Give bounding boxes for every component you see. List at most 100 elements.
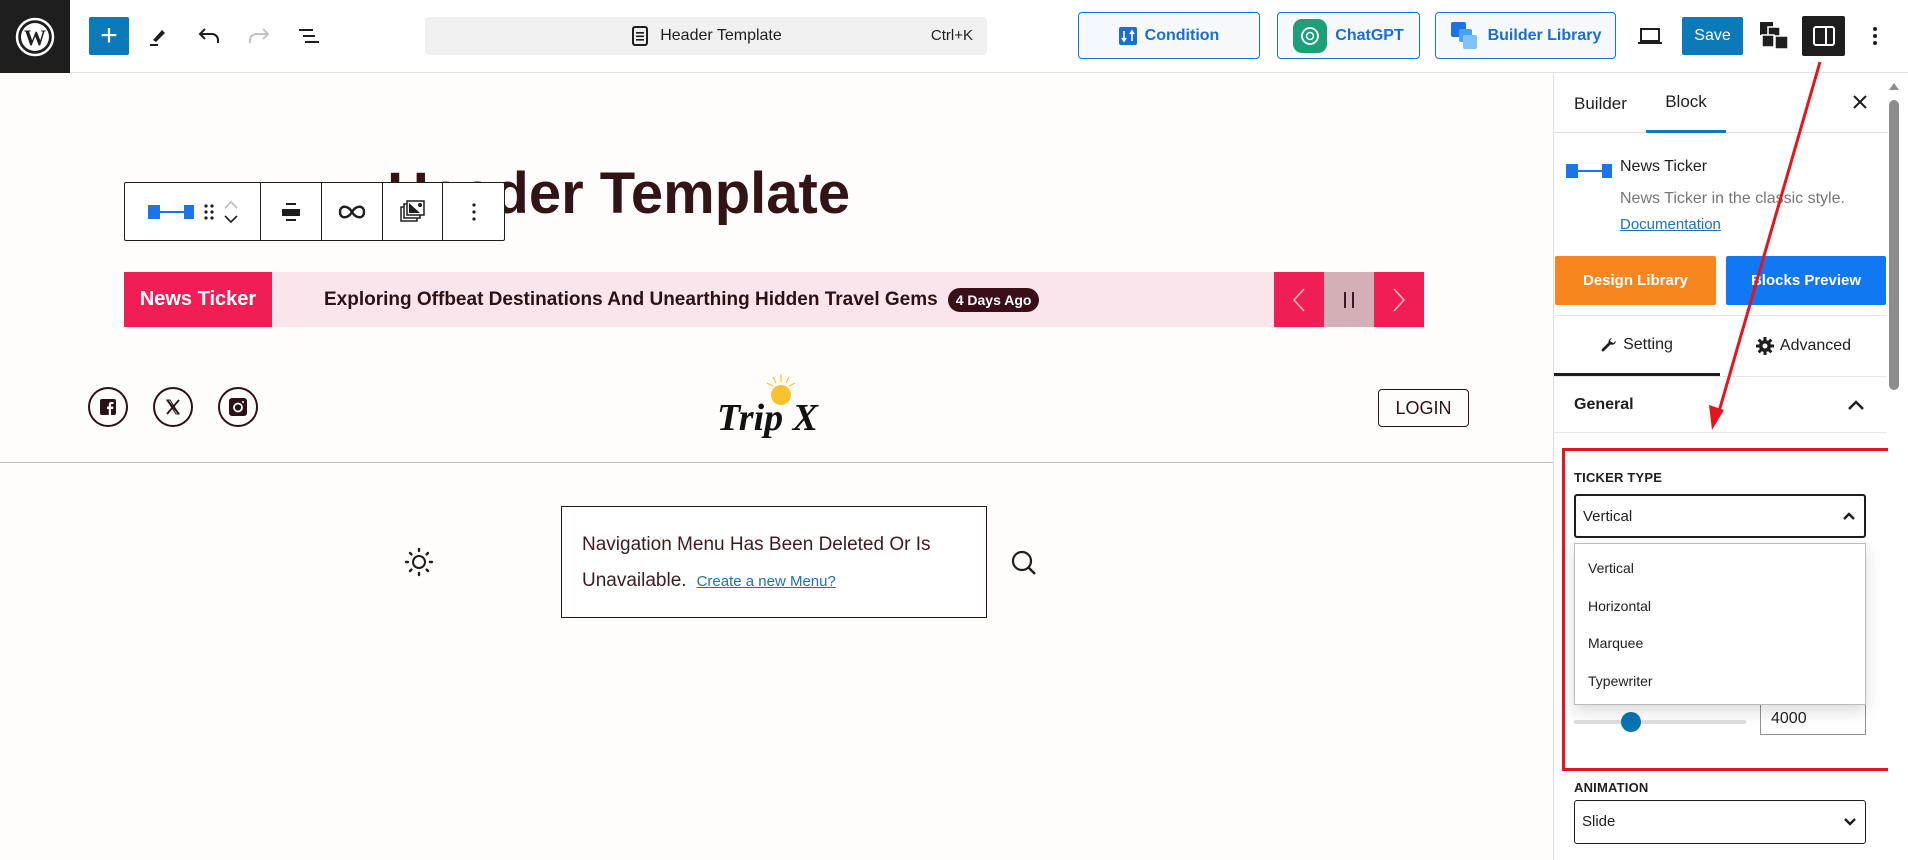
tab-block[interactable]: Block [1646, 74, 1726, 133]
ticker-type-dropdown: Vertical Horizontal Marquee Typewriter [1574, 543, 1866, 705]
logo-text: Trip X [717, 397, 820, 439]
news-ticker-block[interactable]: News Ticker Exploring Offbeat Destinatio… [124, 272, 1424, 327]
wordpress-icon: W [15, 17, 55, 56]
animation-select[interactable]: Slide [1574, 800, 1866, 844]
styles-button[interactable] [1754, 17, 1794, 55]
sidebar-tabs: Builder Block [1554, 74, 1887, 133]
option-typewriter[interactable]: Typewriter [1588, 673, 1653, 689]
add-block-button[interactable]: + [89, 17, 129, 55]
preview-device-button[interactable] [1630, 17, 1670, 55]
animation-value: Slide [1582, 813, 1616, 830]
condition-label: Condition [1144, 26, 1220, 44]
plus-icon: + [100, 19, 118, 52]
chatgpt-label: ChatGPT [1335, 26, 1404, 44]
chatgpt-icon [1293, 18, 1328, 53]
search-button[interactable] [1010, 549, 1038, 582]
pause-icon [1344, 291, 1354, 308]
document-title: Header Template [660, 27, 782, 44]
chevron-up-icon [1848, 400, 1864, 410]
block-switcher-group [125, 183, 262, 240]
save-button[interactable]: Save [1682, 17, 1743, 55]
document-overview-button[interactable] [289, 17, 329, 55]
ticker-pause-button[interactable] [1324, 272, 1374, 327]
x-twitter-link[interactable] [153, 387, 193, 427]
login-button[interactable]: LOGIN [1378, 389, 1469, 427]
tools-button[interactable] [138, 17, 178, 55]
create-menu-link[interactable]: Create a new Menu? [697, 573, 836, 590]
svg-text:W: W [24, 25, 46, 50]
animation-label: ANIMATION [1574, 780, 1649, 795]
close-sidebar-button[interactable] [1852, 90, 1868, 116]
condition-button[interactable]: Condition [1078, 12, 1260, 59]
ticker-date-badge: 4 Days Ago [947, 287, 1040, 312]
dark-mode-toggle[interactable] [404, 547, 434, 582]
tripx-logo-icon: Trip X [717, 374, 820, 439]
design-library-button[interactable]: Design Library [1555, 256, 1716, 305]
tab-setting-label: Setting [1623, 335, 1673, 353]
align-button[interactable] [261, 183, 322, 240]
scroll-up-arrow-icon[interactable] [1889, 82, 1899, 90]
options-menu-button[interactable] [1855, 17, 1895, 55]
styles-icon [1760, 22, 1789, 50]
general-panel-title: General [1574, 396, 1634, 413]
wordpress-logo-button[interactable]: W [0, 0, 70, 73]
general-panel-header[interactable]: General [1554, 377, 1887, 433]
command-palette-bar[interactable]: Header Template Ctrl+K [425, 17, 987, 55]
settings-sidebar: Builder Block News Ticker News Ticker in… [1553, 74, 1908, 860]
align-center-icon [282, 202, 301, 221]
tab-advanced[interactable]: Advanced [1720, 316, 1887, 376]
chatgpt-button[interactable]: ChatGPT [1277, 12, 1420, 59]
ticker-prev-button[interactable] [1274, 272, 1324, 327]
undo-button[interactable] [189, 17, 229, 55]
block-icon [1566, 163, 1612, 184]
redo-button[interactable] [239, 17, 279, 55]
ticker-label: News Ticker [124, 272, 272, 327]
blocks-preview-button[interactable]: Blocks Preview [1726, 256, 1886, 305]
builder-library-label: Builder Library [1487, 26, 1602, 44]
move-down-icon[interactable] [224, 214, 238, 223]
tab-setting[interactable]: Setting [1554, 316, 1720, 376]
close-icon [1853, 95, 1867, 109]
builder-library-button[interactable]: Builder Library [1435, 12, 1616, 59]
undo-icon [198, 28, 219, 43]
instagram-link[interactable] [218, 387, 258, 427]
option-marquee[interactable]: Marquee [1588, 635, 1643, 651]
option-horizontal[interactable]: Horizontal [1588, 598, 1651, 614]
instagram-icon [229, 398, 247, 416]
site-logo[interactable]: Trip X [715, 370, 835, 445]
link-button[interactable] [322, 183, 383, 240]
documentation-link[interactable]: Documentation [1620, 216, 1721, 233]
settings-tabs: Setting Advanced [1554, 315, 1887, 377]
tab-builder[interactable]: Builder [1574, 74, 1634, 133]
more-vertical-icon [472, 202, 476, 221]
ticker-headline[interactable]: Exploring Offbeat Destinations And Unear… [324, 289, 938, 311]
chevron-left-icon [1292, 287, 1305, 312]
settings-sidebar-toggle[interactable] [1802, 16, 1845, 56]
block-toolbar [124, 182, 505, 241]
header-divider [0, 462, 1553, 463]
shortcut-hint: Ctrl+K [930, 27, 973, 44]
pencil-icon [150, 30, 165, 46]
condition-icon [1118, 26, 1137, 45]
drag-handle-icon[interactable] [204, 203, 214, 221]
sun-icon [404, 547, 434, 577]
navigation-notice: Navigation Menu Has Been Deleted Or Is U… [561, 506, 987, 618]
news-ticker-block-icon[interactable] [147, 204, 194, 220]
chevron-down-icon [1844, 818, 1856, 826]
document-icon [632, 26, 649, 46]
facebook-icon [100, 399, 116, 415]
block-description: News Ticker in the classic style. [1620, 190, 1845, 207]
builder-library-icon [1450, 21, 1477, 49]
redo-icon [249, 28, 270, 43]
desktop-icon [1638, 28, 1662, 44]
tab-advanced-label: Advanced [1779, 337, 1852, 354]
block-options-button[interactable] [443, 183, 504, 240]
sidebar-scroll-thumb[interactable] [1889, 100, 1899, 390]
facebook-link[interactable] [88, 387, 128, 427]
more-vertical-icon [1873, 27, 1877, 45]
media-button[interactable] [383, 183, 444, 240]
editor-top-bar: W + Header Template Ctrl+K Condition Cha… [0, 0, 1908, 73]
option-vertical[interactable]: Vertical [1588, 560, 1634, 576]
move-up-icon[interactable] [224, 200, 238, 209]
ticker-next-button[interactable] [1374, 272, 1424, 327]
